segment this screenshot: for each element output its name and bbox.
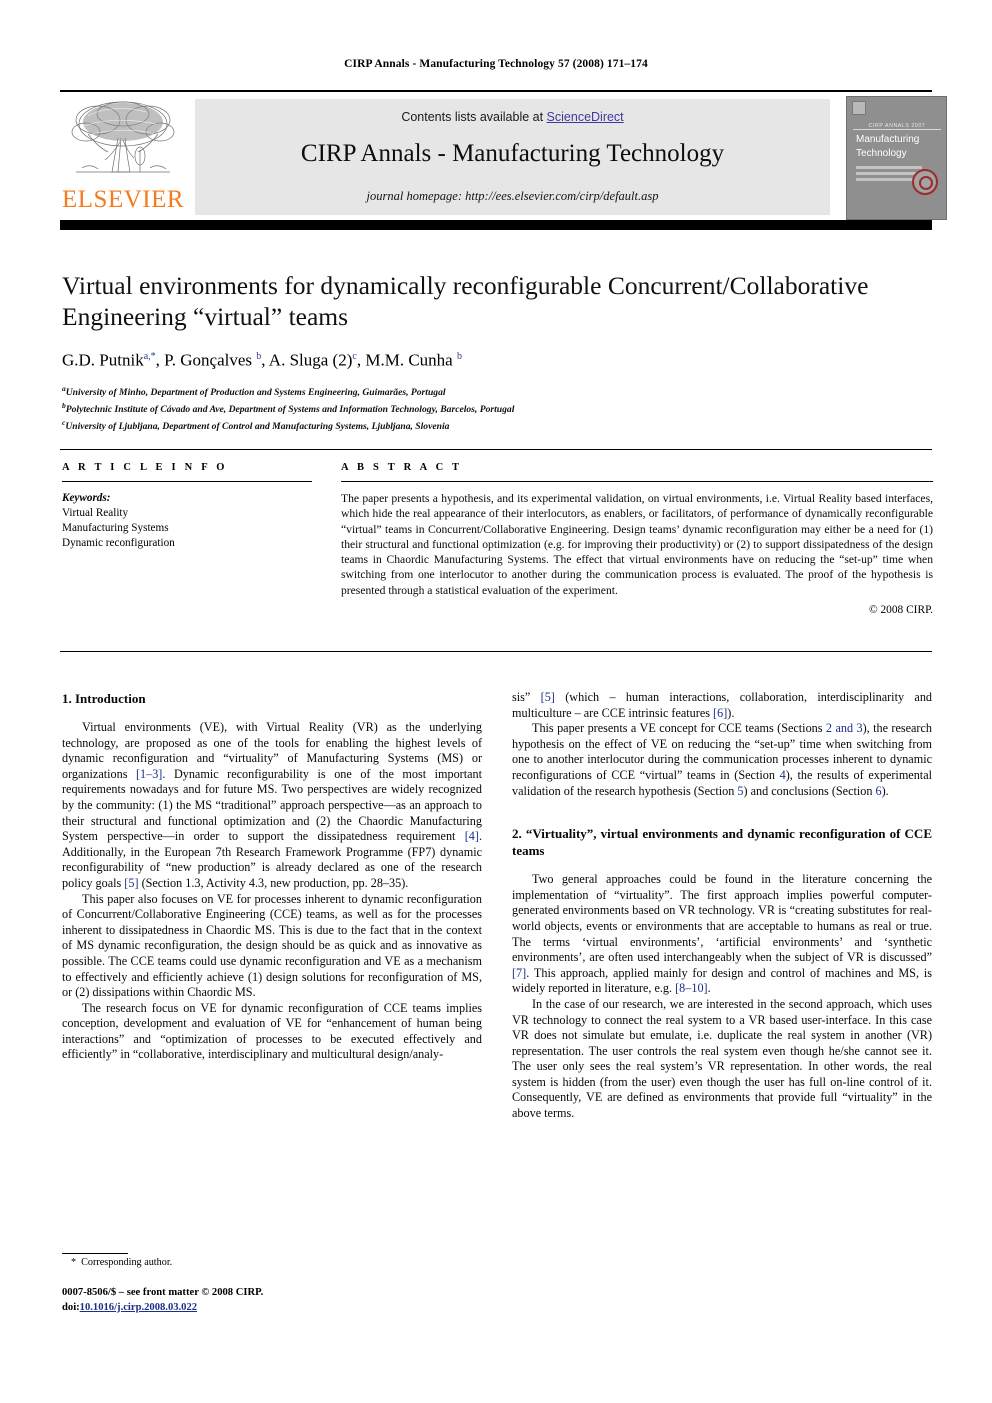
masthead-band: Contents lists available at ScienceDirec…	[195, 99, 830, 215]
page-title: Virtual environments for dynamically rec…	[62, 271, 869, 331]
affiliation-item: cUniversity of Ljubljana, Department of …	[62, 416, 934, 433]
info-top-rule	[60, 449, 932, 450]
body-paragraph: In the case of our research, we are inte…	[512, 996, 932, 1121]
masthead-top-rule	[60, 90, 932, 92]
body-paragraph: This paper presents a VE concept for CCE…	[512, 721, 932, 798]
section-heading-introduction: 1. Introduction	[62, 691, 146, 706]
body-paragraph: sis” [5] (which – human interactions, co…	[512, 690, 933, 720]
body-column-right: sis” [5] (which – human interactions, co…	[512, 690, 932, 1122]
title-block: Virtual environments for dynamically rec…	[62, 270, 934, 434]
cover-logo-icon	[852, 101, 866, 115]
abstract-block: A B S T R A C T The paper presents a hyp…	[341, 462, 933, 616]
body-paragraph: Virtual environments (VE), with Virtual …	[62, 720, 483, 890]
cirp-seal-icon	[912, 169, 938, 195]
masthead-bottom-rule	[60, 220, 932, 230]
author-list: G.D. Putnika,*, P. Gonçalves b, A. Sluga…	[62, 350, 462, 370]
cover-title-line1: Manufacturing	[856, 134, 920, 145]
affiliation-list: aUniversity of Minho, Department of Prod…	[62, 382, 934, 434]
affiliation-item: aUniversity of Minho, Department of Prod…	[62, 382, 934, 399]
affiliation-text: University of Ljubljana, Department of C…	[65, 421, 450, 433]
journal-cover-thumbnail[interactable]: CIRP ANNALS 2007 Manufacturing Technolog…	[846, 96, 947, 220]
cover-title-line2: Technology	[856, 148, 907, 159]
abstract-rule	[341, 481, 933, 482]
cover-series-label: CIRP ANNALS 2007	[868, 123, 926, 129]
body-column-left: 1. Introduction Virtual environments (VE…	[62, 690, 482, 1063]
body-paragraph: Two general approaches could be found in…	[512, 872, 932, 996]
info-bottom-rule	[60, 651, 932, 652]
corresponding-author-footnote: * Corresponding author.	[62, 1256, 482, 1270]
abstract-heading: A B S T R A C T	[341, 462, 463, 473]
article-info-block: A R T I C L E I N F O Keywords: Virtual …	[62, 462, 312, 551]
journal-masthead: ELSEVIER Contents lists available at Sci…	[60, 90, 947, 230]
article-info-rule	[62, 481, 312, 482]
abstract-copyright: © 2008 CIRP.	[868, 604, 933, 617]
body-paragraph: This paper also focuses on VE for proces…	[62, 891, 482, 1000]
footnote-marker: *	[71, 1257, 77, 1268]
contents-available-line: Contents lists available at ScienceDirec…	[195, 110, 830, 124]
doi-line: doi:10.1016/j.cirp.2008.03.022	[62, 1301, 522, 1316]
elsevier-tree-icon	[71, 101, 175, 173]
abstract-text: The paper presents a hypothesis, and its…	[341, 492, 933, 597]
elsevier-logo: ELSEVIER	[62, 98, 184, 216]
keywords-label: Keywords:	[62, 492, 111, 504]
issn-copyright-line: 0007-8506/$ – see front matter © 2008 CI…	[62, 1287, 264, 1298]
footnote-rule	[62, 1253, 128, 1254]
affiliation-item: bPolytechnic Institute of Cávado and Ave…	[62, 399, 934, 416]
article-info-heading: A R T I C L E I N F O	[62, 462, 228, 473]
journal-homepage[interactable]: journal homepage: http://ees.elsevier.co…	[195, 189, 830, 204]
affiliation-text: University of Minho, Department of Produ…	[65, 386, 446, 398]
elsevier-wordmark: ELSEVIER	[62, 186, 185, 213]
doi-label: doi:	[62, 1301, 80, 1313]
body-paragraph: The research focus on VE for dynamic rec…	[62, 1000, 482, 1062]
affiliation-text: Polytechnic Institute of Cávado and Ave,…	[65, 404, 515, 416]
doi-link[interactable]: 10.1016/j.cirp.2008.03.022	[80, 1302, 197, 1313]
page-footer: 0007-8506/$ – see front matter © 2008 CI…	[62, 1286, 522, 1315]
cover-divider	[853, 129, 941, 130]
journal-title: CIRP Annals - Manufacturing Technology	[300, 140, 725, 167]
keyword-item: Virtual Reality	[62, 507, 129, 519]
keyword-item: Dynamic reconfiguration	[62, 537, 175, 549]
keyword-item: Manufacturing Systems	[62, 522, 169, 534]
article-page: CIRP Annals - Manufacturing Technology 5…	[0, 0, 992, 1403]
contents-available-prefix: Contents lists available at	[401, 110, 547, 124]
running-head: CIRP Annals - Manufacturing Technology 5…	[344, 58, 648, 70]
sciencedirect-link[interactable]: ScienceDirect	[547, 110, 624, 124]
footnote-text: Corresponding author.	[81, 1257, 173, 1268]
section-heading-virtuality: 2. “Virtuality”, virtual environments an…	[512, 826, 932, 859]
